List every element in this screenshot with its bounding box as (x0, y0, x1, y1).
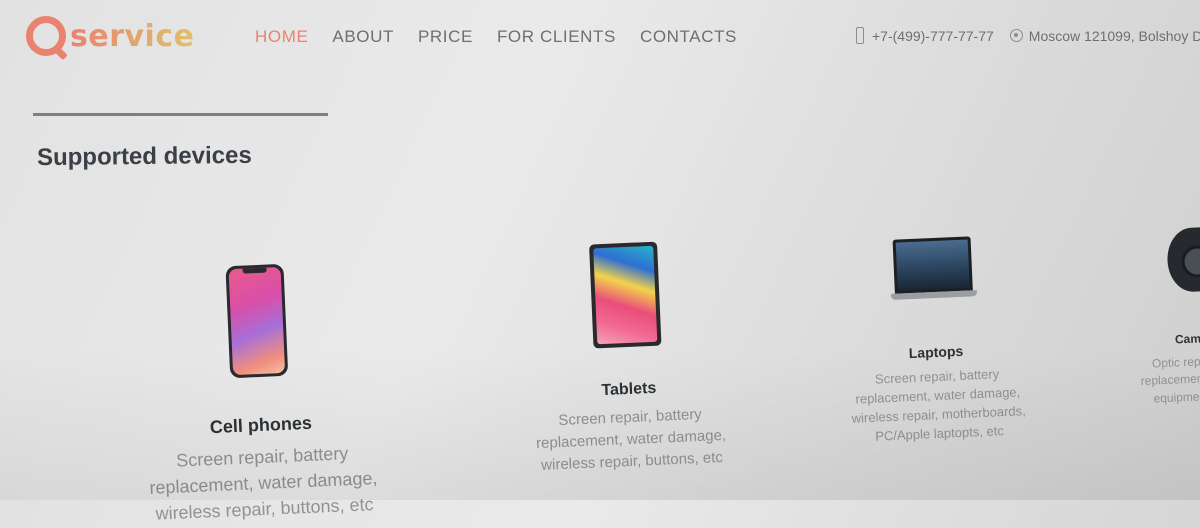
section-title: Supported devices (36, 141, 252, 172)
tablet-device-icon (588, 241, 662, 349)
device-card-cameras: Cam Optic repa replacement, w equipment … (1108, 225, 1200, 410)
phone-number[interactable]: +7-(499)-777-77-77 (872, 28, 994, 44)
address-text: Moscow 121099, Bolshoy D (1028, 27, 1200, 44)
device-card-tablets: Tablets Screen repair, battery replaceme… (515, 238, 740, 476)
logo-text: service (70, 18, 195, 54)
phone-icon (856, 27, 864, 44)
phone-device-icon (224, 263, 288, 379)
nav-contacts[interactable]: CONTACTS (640, 27, 737, 47)
logo[interactable]: service (26, 10, 194, 62)
main-nav: HOME ABOUT PRICE FOR CLIENTS CONTACTS (255, 27, 761, 47)
device-description: Optic repa replacement, w equipment r (1140, 354, 1200, 406)
location-icon (1009, 29, 1023, 42)
device-card-phones: Cell phones Screen repair, battery repla… (132, 260, 388, 528)
device-title: Cam (1174, 331, 1200, 347)
nav-for-clients[interactable]: FOR CLIENTS (497, 27, 616, 47)
device-title: Tablets (601, 379, 657, 400)
device-description: Screen repair, battery replacement, wate… (851, 366, 1027, 444)
device-description: Screen repair, battery replacement, wate… (149, 443, 378, 524)
laptop-device-icon (889, 236, 977, 300)
nav-price[interactable]: PRICE (418, 27, 473, 47)
site-header: service HOME ABOUT PRICE FOR CLIENTS CON… (0, 0, 1200, 75)
device-card-laptops: Laptops Screen repair, battery replaceme… (834, 234, 1038, 448)
device-description: Screen repair, battery replacement, wate… (535, 405, 727, 474)
device-title: Cell phones (209, 412, 313, 438)
nav-home[interactable]: HOME (255, 27, 308, 47)
device-title: Laptops (908, 342, 964, 362)
q-logo-icon (26, 16, 66, 56)
camera-device-icon (1166, 226, 1200, 293)
header-contact: +7-(499)-777-77-77 Moscow 121099, Bolsho… (856, 27, 1200, 44)
section-divider (33, 113, 328, 116)
nav-about[interactable]: ABOUT (332, 27, 394, 47)
